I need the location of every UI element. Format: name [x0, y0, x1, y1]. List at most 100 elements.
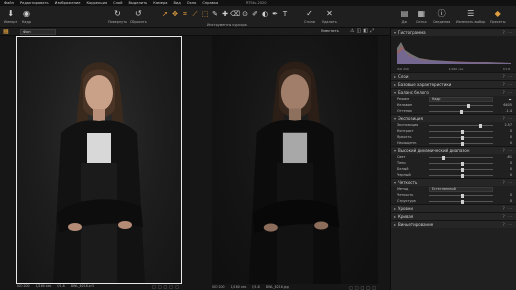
info-button[interactable]: ⓘ Сведения — [433, 9, 450, 24]
export-button[interactable]: ▤ Дж — [400, 9, 409, 24]
presets-button[interactable]: ◆ Пресеты — [490, 9, 505, 24]
section-tools[interactable]: ? ⋯ — [503, 180, 513, 185]
cursor-tools-label: Инструменты курсора — [207, 23, 247, 27]
wb-picker-icon[interactable]: ✒ — [270, 10, 280, 18]
clarity-title: Четкость — [398, 180, 418, 185]
capture-button[interactable]: ◉ Кадр — [22, 9, 31, 24]
section-tools[interactable]: ? ⋯ — [503, 116, 513, 121]
keystone-tool-icon[interactable]: ⬚ — [200, 10, 210, 18]
pan-tool-icon[interactable]: ✥ — [170, 10, 180, 18]
blacks-slider[interactable] — [429, 173, 493, 178]
section-tools[interactable]: ? ⋯ — [503, 206, 513, 211]
kelvin-slider[interactable] — [429, 103, 493, 108]
photo-frame-left[interactable]: ISO 200 1/160 сек f/1.8 DWL_6216.cr3 □□□… — [16, 36, 182, 289]
layout-grid-icon[interactable]: ▦ — [3, 29, 9, 35]
fullscreen-icon[interactable]: ⤢ — [370, 28, 376, 34]
highlights-slider[interactable] — [429, 155, 493, 160]
brightness-slider[interactable] — [429, 135, 493, 140]
proof-icon[interactable]: ◧ — [363, 28, 370, 34]
main-toolbar: ⬇ Импорт ◉ Кадр ↻ Повернуть ↺ Сбросить ➚… — [0, 6, 516, 28]
section-tools[interactable]: ? ⋯ — [503, 82, 513, 87]
structure-slider[interactable] — [429, 199, 493, 204]
hdr-header[interactable]: ▾ Высокий динамический диапазон ? ⋯ — [391, 146, 516, 154]
select-button[interactable]: ☰ Изменить выбор — [456, 9, 485, 24]
slider-knob[interactable] — [461, 199, 464, 204]
layers-header[interactable]: ▸ Слои ? ⋯ — [391, 72, 516, 80]
reset-button[interactable]: ↺ Сбросить — [130, 9, 147, 24]
section-tools[interactable]: ? ⋯ — [503, 214, 513, 219]
wb-mode-select[interactable]: Кадр — [429, 96, 493, 102]
straighten-tool-icon[interactable]: ⟋ — [190, 10, 200, 18]
section-tools[interactable]: ? ⋯ — [503, 74, 513, 79]
collection-select[interactable]: Фон — [20, 29, 56, 35]
delete-button[interactable]: ✕ Удалить — [322, 9, 337, 24]
saturation-slider[interactable] — [429, 141, 493, 146]
zoom-select[interactable]: Уместить — [321, 29, 339, 33]
base-header[interactable]: ▸ Базовые характеристики ? ⋯ — [391, 80, 516, 88]
curves-header[interactable]: ▸ Кривая ? ⋯ — [391, 212, 516, 220]
text-tool-icon[interactable]: T — [280, 10, 290, 18]
section-tools[interactable]: ? ⋯ — [503, 222, 513, 227]
menu-edit[interactable]: Редактировать — [20, 1, 49, 5]
slider-label: Экспозиция — [397, 123, 419, 127]
menu-select[interactable]: Выделить — [128, 1, 147, 5]
histogram-header[interactable]: ▾ Гистограмма ? ⋯ — [391, 28, 516, 36]
rotate-icon: ↻ — [114, 9, 121, 18]
meta-aperture: f/1.8 — [57, 284, 65, 288]
vignette-header[interactable]: ▸ Виньетирование ? ⋯ — [391, 220, 516, 228]
app-title: RTStv-2020 — [246, 1, 267, 5]
menu-adjust[interactable]: Коррекция — [86, 1, 107, 5]
clarity-slider[interactable] — [429, 193, 493, 198]
exposure-header[interactable]: ▾ Экспозиция ? ⋯ — [391, 114, 516, 122]
slider-knob[interactable] — [441, 155, 445, 160]
eyedropper-icon[interactable]: ✒ — [509, 97, 512, 102]
clarity-method-select[interactable]: Естественный — [429, 186, 493, 192]
slider-knob[interactable] — [461, 135, 464, 140]
exposure-slider[interactable] — [429, 123, 493, 128]
rating-icons[interactable]: □□□□□ — [152, 284, 181, 289]
slider-knob[interactable] — [461, 161, 464, 166]
wb-header[interactable]: ▾ Баланс белого ? ⋯ — [391, 88, 516, 96]
gradient-tool-icon[interactable]: ◐ — [260, 10, 270, 18]
slider-knob[interactable] — [461, 141, 464, 146]
pointer-tool-icon[interactable]: ➚ — [160, 10, 170, 18]
section-tools[interactable]: ? ⋯ — [503, 148, 513, 153]
import-button[interactable]: ⬇ Импорт — [4, 9, 18, 24]
slider-knob[interactable] — [461, 193, 464, 198]
clarity-header[interactable]: ▾ Четкость ? ⋯ — [391, 178, 516, 186]
picker-tool-icon[interactable]: ⊙ — [240, 10, 250, 18]
section-tools[interactable]: ? ⋯ — [503, 30, 513, 35]
rating-icons[interactable]: □□□□□ — [349, 285, 378, 290]
levels-header[interactable]: ▸ Уровни ? ⋯ — [391, 204, 516, 212]
menu-help[interactable]: Справка — [202, 1, 218, 5]
brush-tool-icon[interactable]: ✎ — [210, 10, 220, 18]
whites-slider[interactable] — [429, 167, 493, 172]
info-label: Сведения — [433, 20, 451, 24]
rotate-button[interactable]: ↻ Повернуть — [108, 9, 127, 24]
menu-file[interactable]: Файл — [4, 1, 14, 5]
styles-label: Стили — [304, 20, 315, 24]
menu-layer[interactable]: Слой — [113, 1, 122, 5]
grid-button[interactable]: ▦ Сетка — [416, 9, 427, 24]
slider-knob[interactable] — [459, 109, 463, 114]
styles-button[interactable]: ✓ Стили — [304, 9, 315, 24]
crop-tool-icon[interactable]: ⌗ — [180, 10, 190, 18]
slider-knob[interactable] — [461, 173, 464, 178]
menu-view[interactable]: Вид — [173, 1, 180, 5]
menu-image[interactable]: Изображение — [55, 1, 81, 5]
contrast-slider[interactable] — [429, 129, 493, 134]
slider-knob[interactable] — [461, 167, 464, 172]
photo-frame-right[interactable]: ISO 200 1/160 сек f/1.8 DWL_6216.jpg □□□… — [212, 36, 378, 290]
menu-camera[interactable]: Камера — [153, 1, 167, 5]
slider-label: Белый — [397, 167, 409, 171]
heal-tool-icon[interactable]: ✚ — [220, 10, 230, 18]
slider-knob[interactable] — [467, 103, 471, 108]
shadows-slider[interactable] — [429, 161, 493, 166]
annotate-tool-icon[interactable]: ✐ — [250, 10, 260, 18]
eraser-tool-icon[interactable]: ⌫ — [230, 10, 240, 18]
section-tools[interactable]: ? ⋯ — [503, 90, 513, 95]
menu-window[interactable]: Окно — [187, 1, 197, 5]
slider-knob[interactable] — [478, 123, 482, 128]
slider-knob[interactable] — [461, 129, 464, 134]
tint-slider[interactable] — [429, 109, 493, 114]
